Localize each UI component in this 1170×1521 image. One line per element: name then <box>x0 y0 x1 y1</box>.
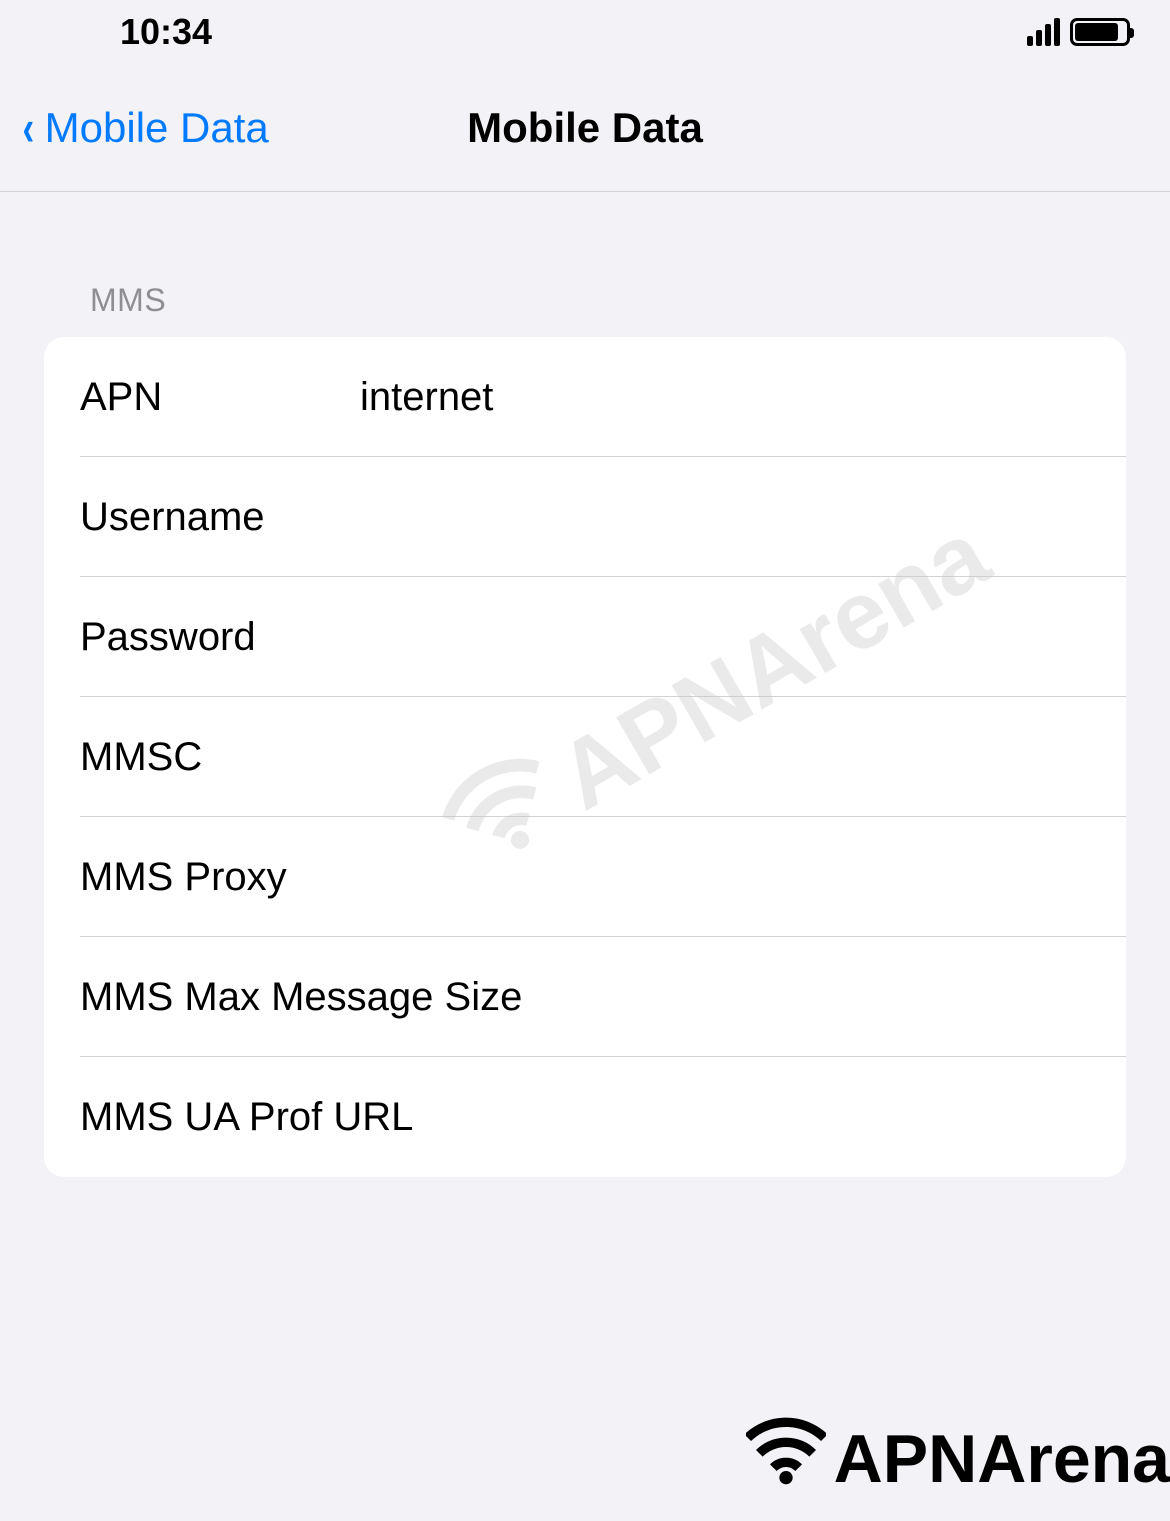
back-button[interactable]: ‹ Mobile Data <box>20 103 269 153</box>
chevron-left-icon: ‹ <box>22 103 34 153</box>
page-title: Mobile Data <box>467 104 703 152</box>
label-password: Password <box>80 615 360 660</box>
label-username: Username <box>80 495 360 540</box>
row-password[interactable]: Password <box>44 577 1126 697</box>
label-mms-max-size: MMS Max Message Size <box>80 975 522 1020</box>
status-icons <box>1027 18 1130 46</box>
input-password[interactable] <box>360 615 1090 660</box>
input-mmsc[interactable] <box>360 735 1090 780</box>
row-username[interactable]: Username <box>44 457 1126 577</box>
row-mms-max-size[interactable]: MMS Max Message Size <box>44 937 1126 1057</box>
label-apn: APN <box>80 375 360 420</box>
wifi-icon <box>746 1417 826 1501</box>
watermark-bottom: APNArena <box>746 1417 1170 1501</box>
label-mmsc: MMSC <box>80 735 360 780</box>
navigation-bar: ‹ Mobile Data Mobile Data <box>0 64 1170 192</box>
input-mms-proxy[interactable] <box>287 855 1090 900</box>
label-mms-proxy: MMS Proxy <box>80 855 287 900</box>
status-time: 10:34 <box>120 11 212 53</box>
row-mms-proxy[interactable]: MMS Proxy <box>44 817 1126 937</box>
row-mms-ua-prof[interactable]: MMS UA Prof URL <box>44 1057 1126 1177</box>
row-apn[interactable]: APN <box>44 337 1126 457</box>
signal-icon <box>1027 18 1060 46</box>
input-mms-ua-prof[interactable] <box>413 1095 1090 1140</box>
label-mms-ua-prof: MMS UA Prof URL <box>80 1095 413 1140</box>
input-mms-max-size[interactable] <box>522 975 1090 1020</box>
battery-icon <box>1070 18 1130 46</box>
settings-group-mms: APN Username Password MMSC MMS Proxy MMS… <box>44 337 1126 1177</box>
input-username[interactable] <box>360 495 1090 540</box>
status-bar: 10:34 <box>0 0 1170 64</box>
watermark-text: APNArena <box>834 1420 1170 1498</box>
row-mmsc[interactable]: MMSC <box>44 697 1126 817</box>
back-label: Mobile Data <box>45 104 269 152</box>
section-header-mms: MMS <box>0 192 1170 337</box>
input-apn[interactable] <box>360 375 1090 420</box>
